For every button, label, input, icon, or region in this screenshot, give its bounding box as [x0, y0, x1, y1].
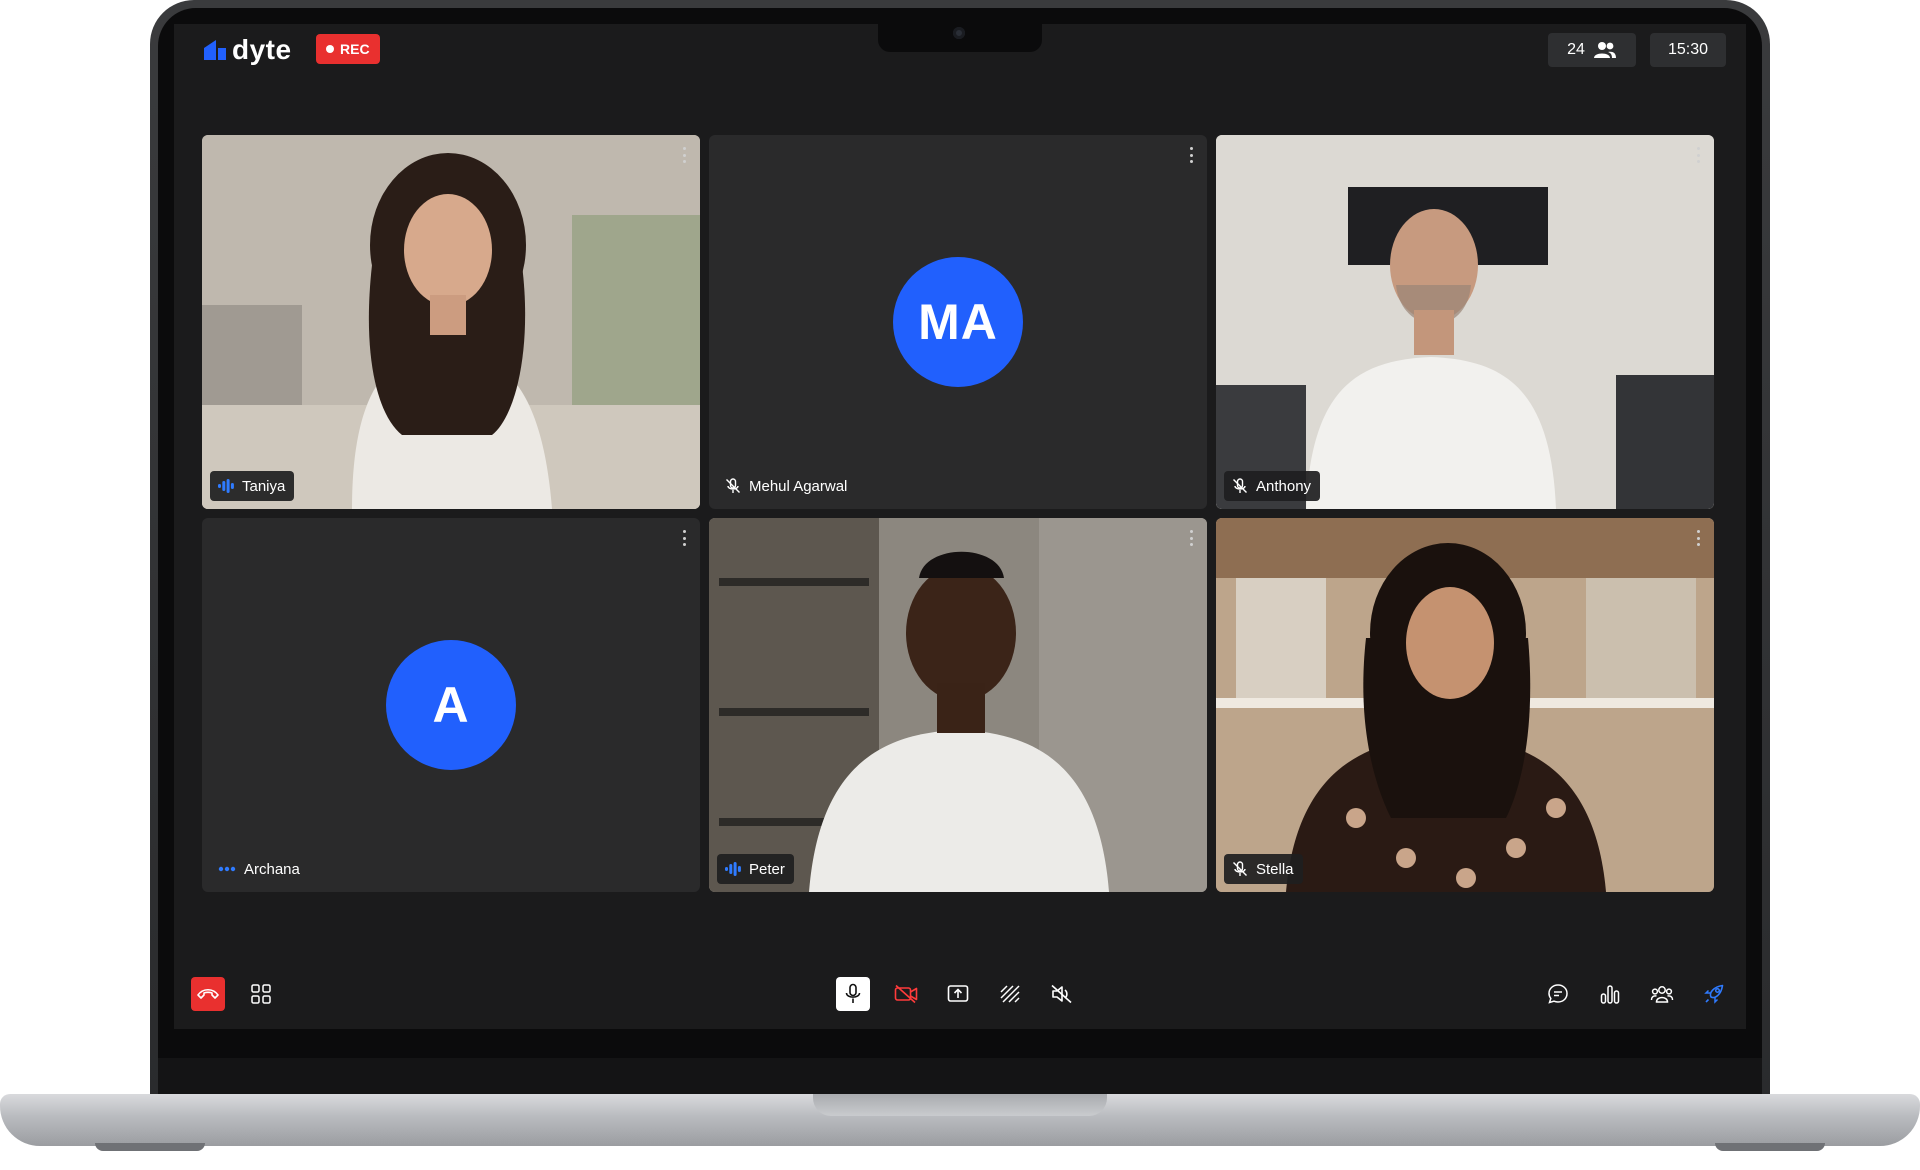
camera-toggle-button[interactable]: [889, 977, 923, 1011]
dyte-logo: dyte: [202, 34, 292, 66]
virtual-background-icon: [1000, 985, 1020, 1003]
participant-video: [202, 135, 700, 509]
avatar: A: [386, 640, 516, 770]
logo-text: dyte: [232, 34, 292, 65]
participant-name: Taniya: [242, 477, 286, 495]
camera-notch: [878, 24, 1042, 52]
record-dot-icon: [326, 45, 334, 53]
audio-activity-icon: [725, 862, 741, 876]
laptop-chin: [158, 1058, 1762, 1094]
tile-menu-icon[interactable]: [1692, 528, 1704, 548]
grid-layout-icon: [251, 984, 271, 1004]
audio-activity-icon: [218, 479, 234, 493]
meeting-clock: 15:30: [1650, 33, 1726, 67]
virtual-background-button[interactable]: [993, 977, 1027, 1011]
screen-share-icon: [947, 985, 969, 1002]
name-tag: Anthony: [1224, 471, 1321, 501]
participant-count: 24: [1567, 41, 1585, 58]
leave-call-icon: [197, 988, 219, 999]
webcam-icon: [953, 27, 965, 39]
participant-video: [1216, 518, 1714, 892]
mic-off-icon: [1233, 861, 1247, 876]
participant-tile-peter[interactable]: Peter: [709, 518, 1207, 892]
chat-button[interactable]: [1541, 977, 1575, 1011]
tile-menu-icon[interactable]: [678, 528, 690, 548]
laptop-foot-right: [1715, 1143, 1825, 1151]
grid-layout-button[interactable]: [244, 977, 278, 1011]
participant-name: Stella: [1256, 860, 1294, 878]
participant-tile-stella[interactable]: Stella: [1216, 518, 1714, 892]
participant-name: Archana: [244, 860, 300, 878]
people-icon: [1593, 42, 1616, 58]
laptop-opening-groove: [813, 1094, 1107, 1116]
laptop-foot-left: [95, 1143, 205, 1151]
name-tag: Archana: [210, 854, 309, 884]
tile-menu-icon[interactable]: [1185, 528, 1197, 548]
mic-off-icon: [726, 478, 740, 493]
polls-button[interactable]: [1593, 977, 1627, 1011]
camera-off-icon: [894, 984, 918, 1004]
avatar: MA: [893, 257, 1023, 387]
name-tag: Peter: [717, 854, 794, 884]
plugins-icon: [1704, 984, 1724, 1004]
name-tag: Stella: [1224, 854, 1303, 884]
mic-off-icon: [1233, 478, 1247, 493]
name-tag: Mehul Agarwal: [717, 471, 856, 501]
participant-name: Peter: [749, 860, 785, 878]
participant-count-button[interactable]: 24: [1548, 33, 1636, 67]
participant-tile-taniya[interactable]: Taniya: [202, 135, 700, 509]
dyte-logo-icon: [204, 40, 226, 60]
participant-name: Anthony: [1256, 477, 1312, 495]
participants-icon: [1650, 986, 1674, 1003]
recording-badge: REC: [316, 34, 380, 64]
tile-menu-icon[interactable]: [678, 145, 690, 165]
participants-button[interactable]: [1645, 977, 1679, 1011]
connecting-dots-icon: [218, 866, 236, 872]
meeting-screen: dyte REC 24 15:30 Taniya MA Mehul Agarwa…: [174, 24, 1746, 1029]
participant-video: [1216, 135, 1714, 509]
participant-tile-mehul-agarwal[interactable]: MA Mehul Agarwal: [709, 135, 1207, 509]
name-tag: Taniya: [210, 471, 295, 501]
chat-icon: [1548, 984, 1568, 1004]
leave-call-button[interactable]: [191, 977, 225, 1011]
speaker-mute-icon: [1051, 984, 1072, 1004]
screen-share-button[interactable]: [941, 977, 975, 1011]
participant-video: [709, 518, 1207, 892]
microphone-icon: [845, 983, 861, 1003]
participant-tile-anthony[interactable]: Anthony: [1216, 135, 1714, 509]
polls-icon: [1600, 985, 1620, 1004]
tile-menu-icon[interactable]: [1185, 145, 1197, 165]
microphone-button[interactable]: [836, 977, 870, 1011]
participant-name: Mehul Agarwal: [749, 477, 848, 495]
recording-label: REC: [340, 41, 370, 57]
speaker-mute-button[interactable]: [1045, 977, 1079, 1011]
participant-tile-archana[interactable]: A Archana: [202, 518, 700, 892]
tile-menu-icon[interactable]: [1692, 145, 1704, 165]
plugins-button[interactable]: [1697, 977, 1731, 1011]
